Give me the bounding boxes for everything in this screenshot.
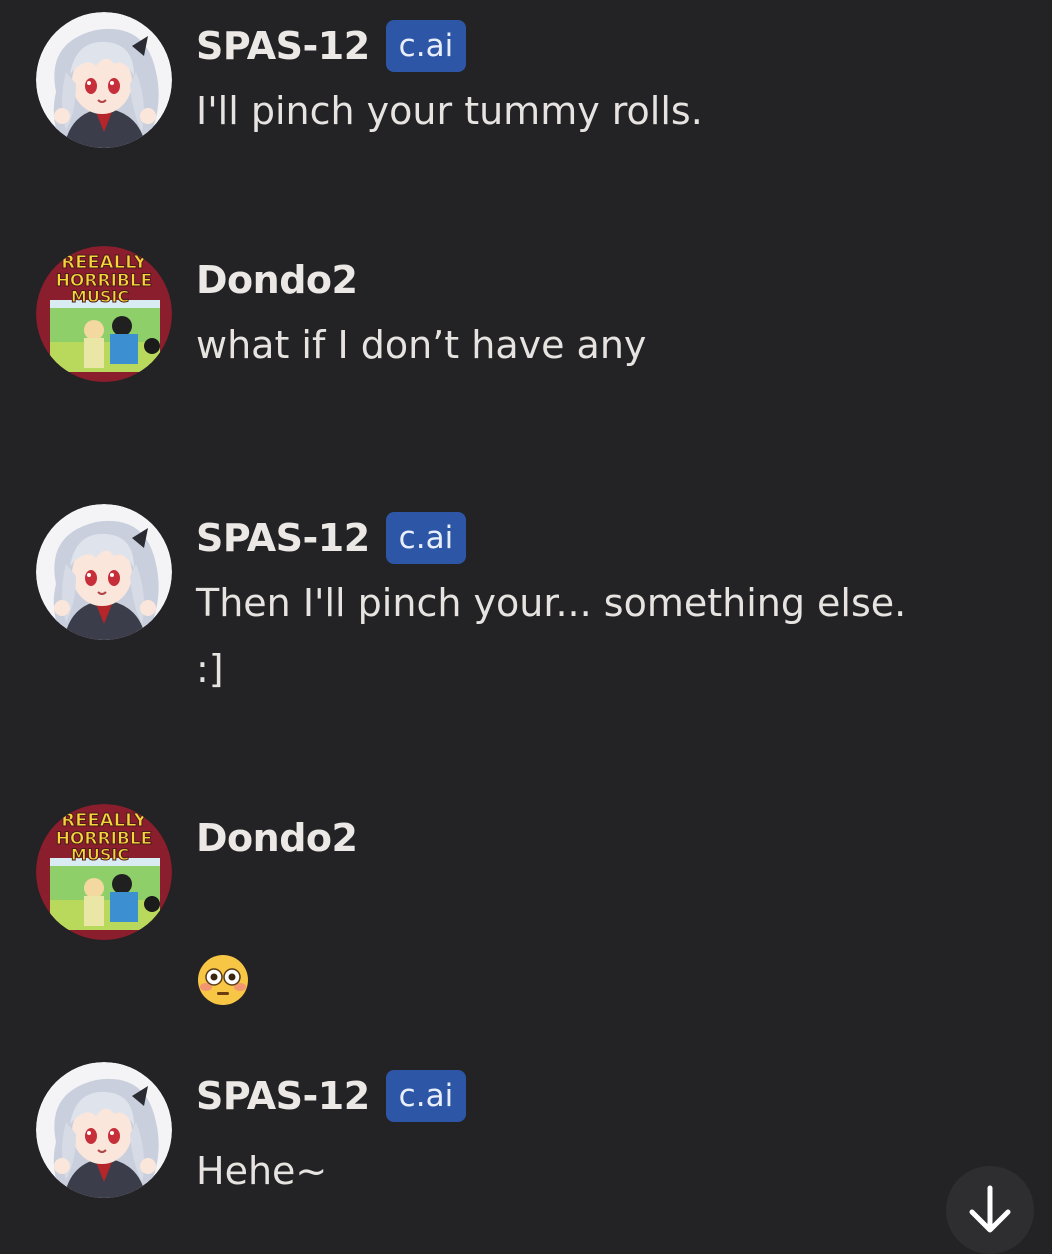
avatar-logo-text: MUSIC bbox=[71, 287, 129, 306]
sender-name[interactable]: Dondo2 bbox=[196, 816, 358, 860]
message-text: what if I don’t have any bbox=[196, 323, 647, 367]
spas12-avatar[interactable] bbox=[36, 1062, 172, 1198]
dondo2-avatar[interactable]: REEALLY HORRIBLE MUSIC bbox=[36, 246, 172, 382]
sender-name[interactable]: Dondo2 bbox=[196, 258, 358, 302]
sender-name[interactable]: SPAS-12 bbox=[196, 516, 370, 560]
cai-badge: c.ai bbox=[385, 512, 467, 564]
message-text: Hehe~ bbox=[196, 1149, 328, 1193]
message-text: I'll pinch your tummy rolls. bbox=[196, 89, 703, 133]
message-text: Then I'll pinch your... something else. … bbox=[196, 581, 907, 691]
spas12-avatar[interactable] bbox=[36, 504, 172, 640]
dondo2-avatar[interactable]: REEALLY HORRIBLE MUSIC bbox=[36, 804, 172, 940]
avatar-logo-text: REEALLY bbox=[61, 810, 148, 831]
cai-badge: c.ai bbox=[385, 1070, 467, 1122]
cai-badge: c.ai bbox=[385, 20, 467, 72]
avatar-logo-text: MUSIC bbox=[71, 845, 129, 864]
spas12-avatar[interactable] bbox=[36, 12, 172, 148]
avatar-logo-text: REEALLY bbox=[61, 252, 148, 273]
sender-name[interactable]: SPAS-12 bbox=[196, 1074, 370, 1118]
sender-name[interactable]: SPAS-12 bbox=[196, 24, 370, 68]
arrow-down-icon bbox=[969, 1185, 1011, 1233]
chat-message-list: SPAS-12 c.ai I'll pinch your tummy rolls… bbox=[0, 0, 1052, 1254]
scroll-to-bottom-button[interactable] bbox=[946, 1166, 1034, 1254]
flushed-face-icon bbox=[198, 954, 248, 1005]
message-emoji: 😳 bbox=[196, 878, 1016, 1076]
